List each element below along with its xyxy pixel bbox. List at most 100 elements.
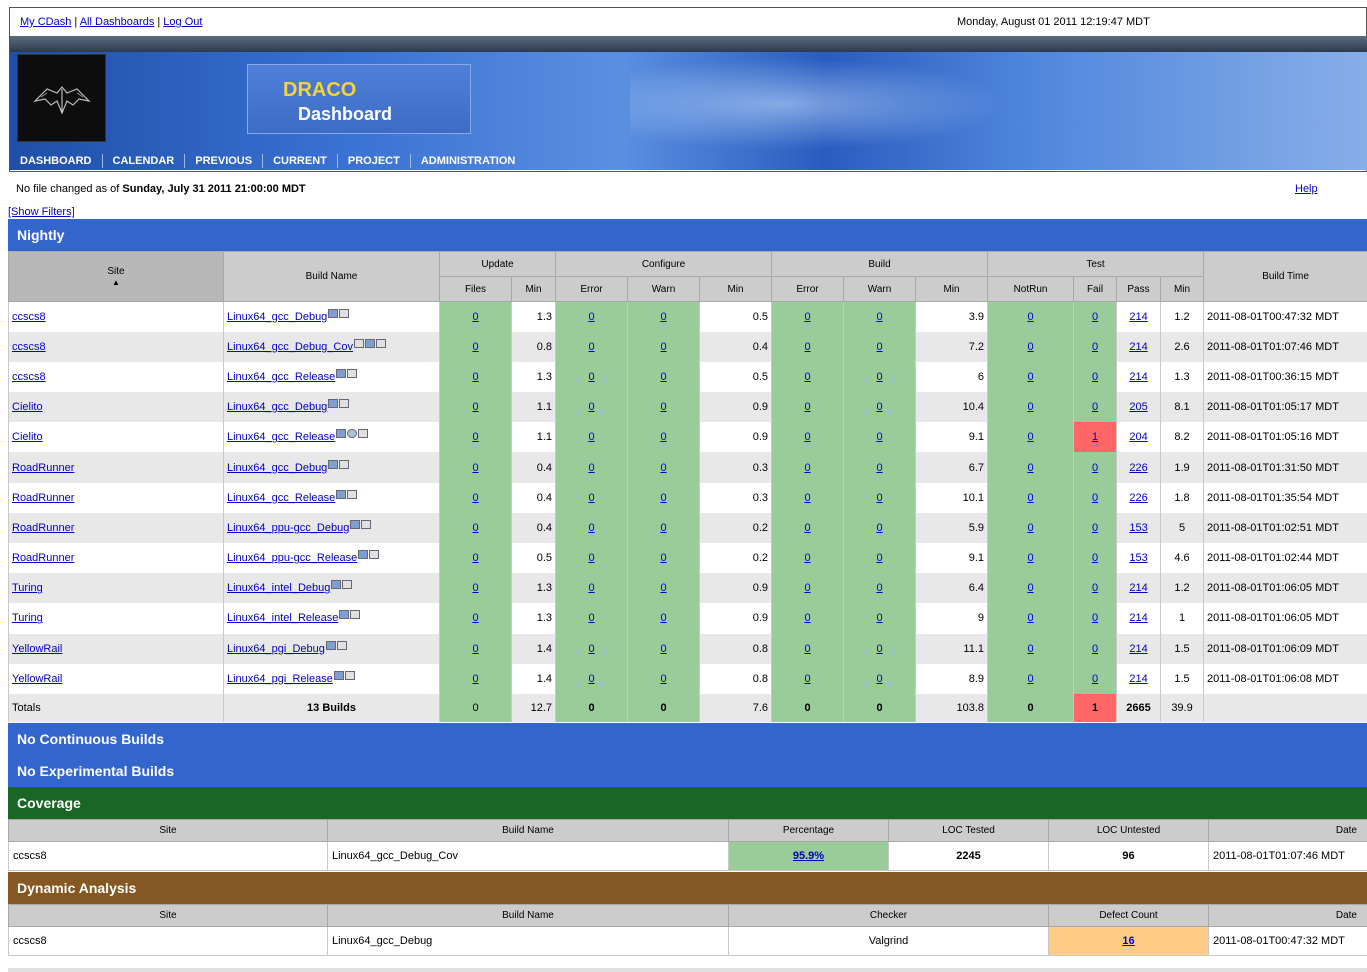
- build-summary-icon[interactable]: [331, 580, 342, 590]
- configure-warn-link[interactable]: 0: [660, 612, 666, 624]
- build-warn-link[interactable]: 0: [876, 552, 882, 564]
- test-fail-link[interactable]: 0: [1092, 341, 1098, 353]
- build-error-link[interactable]: 0: [804, 673, 810, 685]
- configure-warn-link[interactable]: 0: [660, 371, 666, 383]
- dynamic-analysis-section-header[interactable]: Dynamic Analysis: [8, 872, 1367, 904]
- test-pass-link[interactable]: 226: [1129, 462, 1147, 474]
- configure-warn-link[interactable]: 0: [660, 492, 666, 504]
- col-configure-warn[interactable]: Warn: [627, 276, 700, 302]
- site-link[interactable]: Turing: [12, 612, 43, 624]
- test-notrun-link[interactable]: 0: [1027, 311, 1033, 323]
- update-files-link[interactable]: 0: [472, 612, 478, 624]
- build-error-link[interactable]: 0: [804, 311, 810, 323]
- build-summary-icon[interactable]: [339, 610, 350, 620]
- build-error-link[interactable]: 0: [804, 341, 810, 353]
- build-error-link[interactable]: 0: [804, 431, 810, 443]
- configure-error-link[interactable]: 0: [588, 371, 594, 383]
- site-link[interactable]: YellowRail: [12, 643, 62, 655]
- col-build-time[interactable]: Build Time: [1203, 251, 1367, 302]
- build-files-icon[interactable]: [342, 580, 353, 590]
- col-configure-min[interactable]: Min: [698, 276, 773, 302]
- site-link[interactable]: YellowRail: [12, 673, 62, 685]
- build-error-link[interactable]: 0: [804, 582, 810, 594]
- build-summary-icon[interactable]: [325, 640, 336, 650]
- test-fail-link[interactable]: 0: [1092, 311, 1098, 323]
- coverage-col-date[interactable]: Date: [1208, 819, 1367, 842]
- build-warn-link[interactable]: 0: [876, 582, 882, 594]
- test-fail-link[interactable]: 0: [1092, 673, 1098, 685]
- col-test-fail[interactable]: Fail: [1073, 276, 1118, 302]
- test-pass-link[interactable]: 214: [1129, 673, 1147, 685]
- help-link[interactable]: Help: [1295, 183, 1318, 195]
- configure-error-link[interactable]: 0: [588, 431, 594, 443]
- build-summary-icon[interactable]: [336, 429, 347, 439]
- update-files-link[interactable]: 0: [472, 462, 478, 474]
- site-link[interactable]: RoadRunner: [12, 492, 74, 504]
- configure-warn-link[interactable]: 0: [660, 431, 666, 443]
- build-files-icon[interactable]: [339, 459, 350, 469]
- build-name-link[interactable]: Linux64_gcc_Debug: [227, 401, 327, 413]
- test-fail-link[interactable]: 0: [1092, 612, 1098, 624]
- test-notrun-link[interactable]: 0: [1027, 492, 1033, 504]
- test-notrun-link[interactable]: 0: [1027, 552, 1033, 564]
- build-name-link[interactable]: Linux64_intel_Debug: [227, 582, 330, 594]
- menu-dashboard[interactable]: DASHBOARD: [10, 153, 103, 168]
- build-warn-link[interactable]: 0: [876, 311, 882, 323]
- test-fail-link[interactable]: 1: [1092, 431, 1098, 443]
- site-link[interactable]: RoadRunner: [12, 522, 74, 534]
- menu-administration[interactable]: ADMINISTRATION: [411, 154, 526, 168]
- col-test-pass[interactable]: Pass: [1116, 276, 1162, 302]
- configure-error-link[interactable]: 0: [588, 492, 594, 504]
- build-warn-link[interactable]: 0: [876, 371, 882, 383]
- build-warn-link[interactable]: 0: [876, 643, 882, 655]
- build-files-icon[interactable]: [358, 429, 369, 439]
- coverage-col-site[interactable]: Site: [8, 819, 328, 842]
- build-error-link[interactable]: 0: [804, 371, 810, 383]
- test-notrun-link[interactable]: 0: [1027, 341, 1033, 353]
- update-files-link[interactable]: 0: [472, 582, 478, 594]
- test-pass-link[interactable]: 153: [1129, 522, 1147, 534]
- menu-current[interactable]: CURRENT: [263, 153, 338, 168]
- build-summary-icon[interactable]: [328, 399, 339, 409]
- site-link[interactable]: ccscs8: [12, 371, 46, 383]
- build-error-link[interactable]: 0: [804, 401, 810, 413]
- show-filters-link[interactable]: [Show Filters]: [8, 206, 75, 218]
- build-name-link[interactable]: Linux64_pgi_Release: [227, 673, 333, 685]
- test-fail-link[interactable]: 0: [1092, 522, 1098, 534]
- build-name-link[interactable]: Linux64_ppu-gcc_Debug: [227, 522, 349, 534]
- build-files-icon[interactable]: [344, 670, 355, 680]
- col-update-files[interactable]: Files: [439, 276, 512, 302]
- site-link[interactable]: Cielito: [12, 431, 43, 443]
- build-warn-link[interactable]: 0: [876, 522, 882, 534]
- col-update-min[interactable]: Min: [511, 276, 556, 302]
- site-link[interactable]: ccscs8: [12, 311, 46, 323]
- build-error-link[interactable]: 0: [804, 552, 810, 564]
- update-files-link[interactable]: 0: [472, 371, 478, 383]
- dynamic-defect-count-link[interactable]: 16: [1122, 935, 1134, 947]
- col-build-warn[interactable]: Warn: [843, 276, 917, 302]
- col-test-min[interactable]: Min: [1160, 276, 1205, 302]
- col-build-min[interactable]: Min: [915, 276, 989, 302]
- menu-calendar[interactable]: CALENDAR: [103, 153, 186, 168]
- test-pass-link[interactable]: 153: [1129, 552, 1147, 564]
- build-warn-link[interactable]: 0: [876, 462, 882, 474]
- coverage-percentage-link[interactable]: 95.9%: [793, 850, 824, 862]
- site-link[interactable]: RoadRunner: [12, 462, 74, 474]
- build-summary-icon[interactable]: [350, 519, 361, 529]
- test-pass-link[interactable]: 204: [1129, 431, 1147, 443]
- configure-error-link[interactable]: 0: [588, 311, 594, 323]
- test-notrun-link[interactable]: 0: [1027, 371, 1033, 383]
- test-notrun-link[interactable]: 0: [1027, 612, 1033, 624]
- build-warn-link[interactable]: 0: [876, 612, 882, 624]
- configure-warn-link[interactable]: 0: [660, 643, 666, 655]
- update-files-link[interactable]: 0: [472, 431, 478, 443]
- build-files-icon[interactable]: [339, 308, 350, 318]
- build-files-icon[interactable]: [375, 338, 386, 348]
- site-link[interactable]: Turing: [12, 582, 43, 594]
- build-summary-icon[interactable]: [333, 670, 344, 680]
- test-notrun-link[interactable]: 0: [1027, 431, 1033, 443]
- coverage-col-loc-untested[interactable]: LOC Untested: [1048, 819, 1209, 842]
- build-files-icon[interactable]: [347, 489, 358, 499]
- build-name-link[interactable]: Linux64_gcc_Release: [227, 371, 335, 383]
- build-error-link[interactable]: 0: [804, 492, 810, 504]
